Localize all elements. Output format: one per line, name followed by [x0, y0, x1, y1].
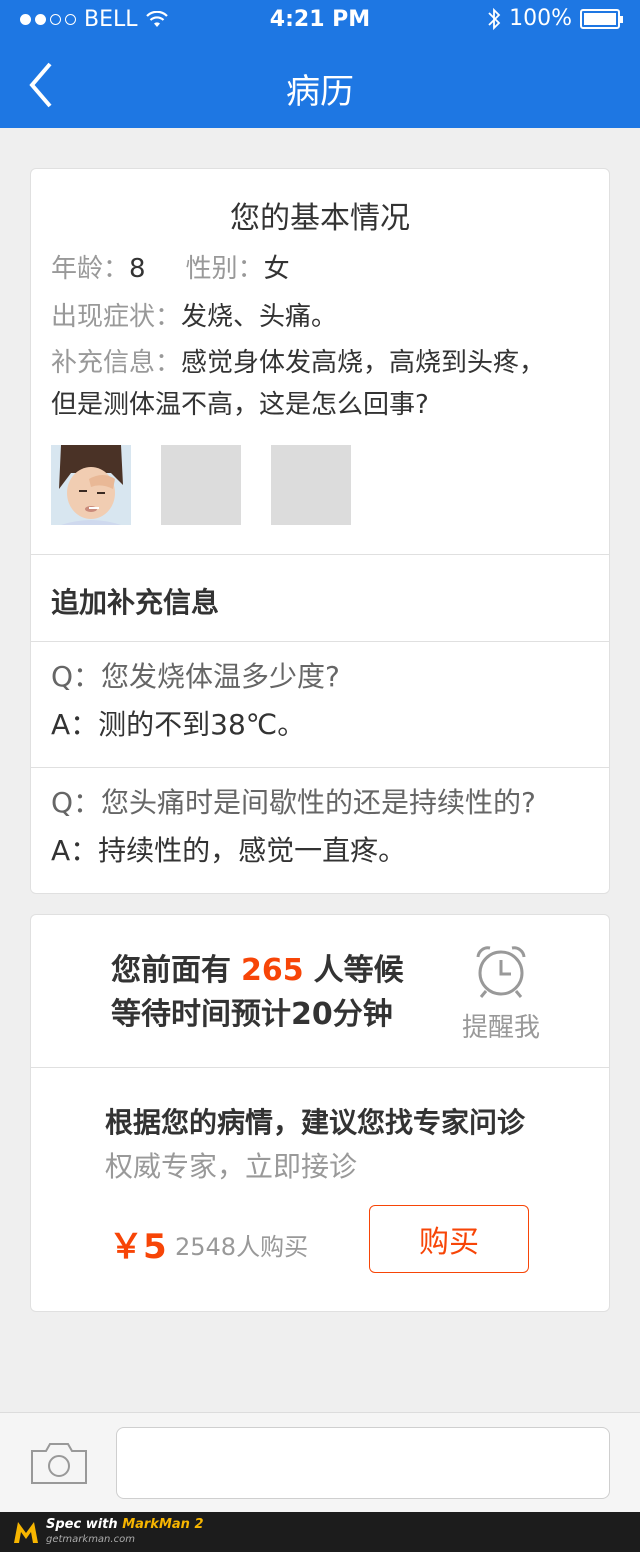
medical-record-card: 您的基本情况 年龄：8 性别：女 出现症状：发烧、头痛。 补充信息：感觉身体发高烧… [30, 168, 610, 894]
q-prefix: Q： [51, 786, 102, 819]
remind-me-button[interactable]: 提醒我 [441, 943, 561, 1043]
page: BELL 4:21 PM 100% 病历 您的基本情况 年龄：8 性别：女 出现… [0, 0, 640, 1552]
question-2: Q：您头痛时是间歇性的还是持续性的? [51, 783, 536, 823]
spec-footer: Spec with MarkMan 2 getmarkman.com [0, 1512, 640, 1552]
a-prefix: A： [51, 834, 99, 867]
attachment-placeholder[interactable] [271, 445, 351, 525]
recommendation-subtitle: 权威专家，立即接诊 [105, 1150, 358, 1183]
age-gender-row: 年龄：8 性别：女 [51, 247, 290, 291]
extra-info-row: 补充信息：感觉身体发高烧，高烧到头疼， [51, 341, 545, 385]
extra-info-line1: 感觉身体发高烧，高烧到头疼， [181, 348, 546, 378]
gender-label: 性别： [185, 254, 264, 284]
spec-brand: MarkMan 2 [122, 1517, 204, 1532]
queue-count-line: 您前面有 265 人等候 [111, 949, 404, 993]
recommendation-title: 根据您的病情，建议您找专家问诊 [105, 1106, 526, 1139]
bottom-input-bar [0, 1412, 640, 1512]
divider [31, 554, 609, 555]
alarm-clock-icon [476, 946, 526, 998]
queue-before-text: 您前面有 [111, 953, 231, 988]
attachment-photo[interactable] [51, 445, 131, 525]
bluetooth-icon [488, 7, 501, 30]
queue-after-text: 人等候 [313, 953, 404, 988]
divider [31, 767, 609, 768]
extra-info-row-2: 但是测体温不高，这是怎么回事? [51, 383, 429, 427]
extra-info-line2: 但是测体温不高，这是怎么回事? [51, 390, 429, 420]
attachment-placeholder[interactable] [161, 445, 241, 525]
age-label: 年龄： [51, 254, 130, 284]
battery-icon [580, 8, 623, 29]
extra-info-label: 补充信息： [51, 348, 182, 378]
markman-logo-icon [14, 1522, 38, 1543]
spec-credit: Spec with MarkMan 2 [46, 1517, 204, 1532]
consult-card: 您前面有 265 人等候 等待时间预计20分钟 提醒我 根据您的病情，建议您找专家问… [30, 914, 610, 1312]
symptom-value: 发烧、头痛。 [181, 302, 338, 332]
message-input[interactable] [116, 1427, 610, 1499]
remind-me-label: 提醒我 [461, 1013, 540, 1043]
status-right: 100% [487, 6, 623, 31]
header: BELL 4:21 PM 100% 病历 [0, 0, 640, 128]
buyer-count: 2548人购买 [175, 1233, 309, 1261]
queue-wait-time: 等待时间预计20分钟 [111, 997, 393, 1032]
attachment-thumbnails [51, 445, 351, 525]
q-prefix: Q： [51, 660, 102, 693]
a-prefix: A： [51, 708, 99, 741]
basic-info-title: 您的基本情况 [230, 201, 410, 236]
symptom-label: 出现症状： [51, 302, 182, 332]
answer-text: 测的不到38℃。 [98, 708, 306, 741]
divider [31, 1067, 609, 1068]
answer-text: 持续性的，感觉一直疼。 [98, 834, 407, 867]
age-value: 8 [129, 254, 146, 284]
gender-value: 女 [263, 254, 290, 284]
battery-percent: 100% [509, 6, 572, 31]
question-text: 您发烧体温多少度? [101, 660, 340, 693]
camera-icon[interactable] [30, 1441, 88, 1485]
status-bar: BELL 4:21 PM 100% [0, 0, 640, 40]
buy-button[interactable]: 购买 [369, 1205, 529, 1273]
add-info-button[interactable]: 追加补充信息 [51, 581, 219, 621]
divider [31, 641, 609, 642]
question-1: Q：您发烧体温多少度? [51, 657, 340, 697]
queue-count: 265 [241, 953, 304, 988]
symptom-row: 出现症状：发烧、头痛。 [51, 295, 337, 339]
answer-2: A：持续性的，感觉一直疼。 [51, 831, 406, 871]
answer-1: A：测的不到38℃。 [51, 705, 305, 745]
spec-prefix: Spec with [46, 1517, 123, 1532]
page-title: 病历 [286, 72, 354, 112]
question-text: 您头痛时是间歇性的还是持续性的? [101, 786, 536, 819]
spec-url: getmarkman.com [46, 1534, 135, 1545]
price: ￥5 [109, 1227, 167, 1267]
